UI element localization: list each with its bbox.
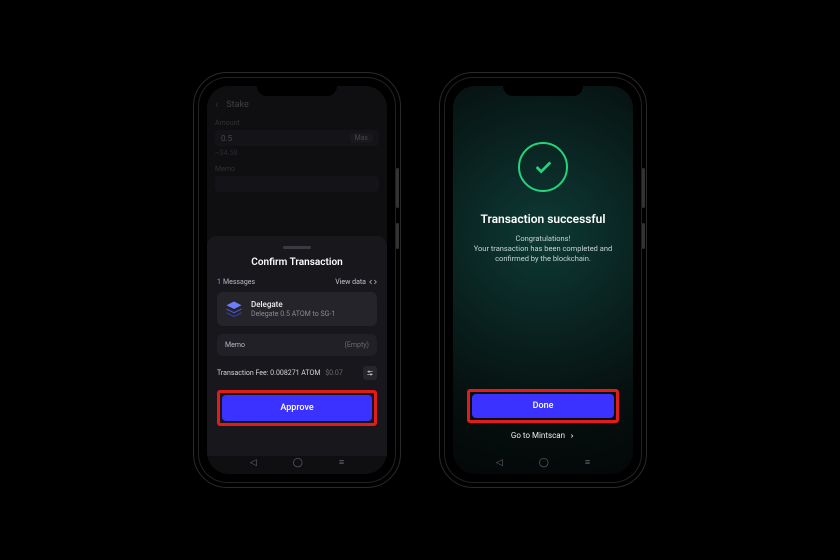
fee-usd: $0.07: [325, 369, 343, 377]
android-nav-bar: ◁ ◯ ≡: [207, 459, 387, 468]
stake-form-background: ‹ Stake Amount 0.5 Max ~$4.58 Memo: [215, 98, 379, 192]
fee-settings-button[interactable]: [363, 366, 377, 380]
volume-button-icon: [642, 223, 645, 249]
highlight-box: Approve: [217, 390, 377, 426]
amount-label: Amount: [215, 119, 379, 127]
amount-input[interactable]: 0.5 Max: [215, 130, 379, 146]
android-nav-bar: ◁ ◯ ≡: [453, 459, 633, 468]
nav-back-icon[interactable]: ◁: [496, 459, 503, 468]
power-button-icon: [396, 168, 399, 208]
memo-row[interactable]: Memo (Empty): [217, 334, 377, 356]
chevron-right-icon: [569, 433, 575, 439]
power-button-icon: [642, 168, 645, 208]
nav-home-icon[interactable]: ◯: [293, 459, 303, 468]
view-data-link[interactable]: View data: [335, 278, 377, 286]
highlight-box: Done: [467, 389, 619, 423]
page-title: Stake: [226, 100, 248, 110]
nav-recent-icon[interactable]: ≡: [339, 459, 344, 468]
fee-label: Transaction Fee:: [217, 369, 268, 377]
nav-back-icon[interactable]: ◁: [250, 459, 257, 468]
confirm-transaction-sheet: Confirm Transaction 1Messages View data: [207, 236, 387, 456]
sliders-icon: [366, 369, 374, 377]
amount-usd: ~$4.58: [215, 149, 379, 157]
sheet-grabber-icon[interactable]: [283, 246, 311, 249]
volume-button-icon: [396, 223, 399, 249]
memo-label: Memo: [215, 165, 379, 173]
delegate-icon: [225, 300, 243, 318]
done-button[interactable]: Done: [472, 394, 614, 418]
memo-input[interactable]: [215, 176, 379, 192]
nav-home-icon[interactable]: ◯: [539, 459, 549, 468]
nav-recent-icon[interactable]: ≡: [585, 459, 590, 468]
delegate-title: Delegate: [251, 300, 335, 309]
max-button[interactable]: Max: [350, 133, 373, 143]
code-icon: [369, 278, 377, 286]
sheet-title: Confirm Transaction: [217, 257, 377, 268]
phone-confirm-transaction: ‹ Stake Amount 0.5 Max ~$4.58 Memo: [199, 78, 395, 482]
delegate-message-card[interactable]: Delegate Delegate 0.5 ATOM to SG-1: [217, 292, 377, 326]
success-body: Congratulations! Your transaction has be…: [467, 234, 619, 264]
success-check-icon: [518, 142, 568, 192]
notch-icon: [257, 86, 337, 96]
fee-amount: 0.008271 ATOM: [270, 369, 320, 377]
delegate-subtitle: Delegate 0.5 ATOM to SG-1: [251, 310, 335, 318]
messages-count: 1Messages: [217, 278, 255, 286]
success-title: Transaction successful: [481, 212, 606, 226]
memo-row-value: (Empty): [345, 341, 369, 349]
memo-row-label: Memo: [225, 341, 245, 349]
go-to-mintscan-link[interactable]: Go to Mintscan: [511, 431, 575, 440]
transaction-fee-row: Transaction Fee: 0.008271 ATOM $0.07: [217, 366, 377, 380]
phone-transaction-success: Transaction successful Congratulations! …: [445, 78, 641, 482]
back-icon[interactable]: ‹: [215, 98, 218, 111]
approve-button[interactable]: Approve: [222, 395, 372, 421]
amount-value: 0.5: [221, 134, 232, 143]
notch-icon: [503, 86, 583, 96]
